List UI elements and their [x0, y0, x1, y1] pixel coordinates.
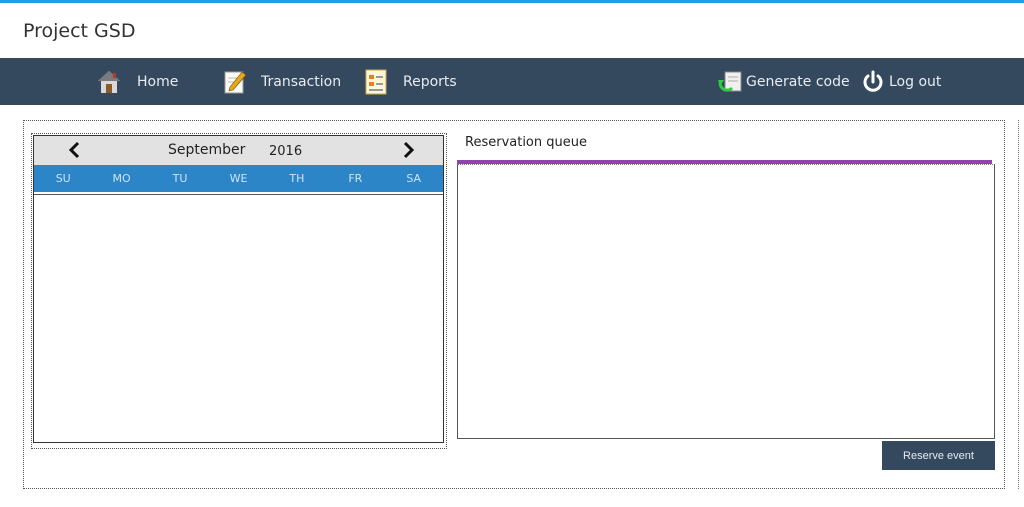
- reserve-event-button[interactable]: Reserve event: [882, 441, 995, 470]
- weekday-label: MO: [112, 172, 131, 185]
- pencil-paper-icon: [221, 68, 249, 96]
- calendar-weekdays: SU MO TU WE TH FR SA: [34, 165, 443, 192]
- nav-log-out-label: Log out: [889, 73, 942, 90]
- calendar-month: September: [168, 142, 246, 158]
- calendar-year: 2016: [269, 144, 303, 159]
- house-icon: [95, 68, 123, 96]
- nav-generate-code[interactable]: Generate code: [716, 58, 850, 105]
- power-icon: [861, 68, 885, 96]
- nav-reports-label: Reports: [403, 73, 457, 90]
- nav-reports[interactable]: Reports: [362, 58, 457, 105]
- navbar: Home Transaction Reports Generate code L…: [0, 58, 1024, 105]
- weekday-label: FR: [348, 172, 363, 185]
- chevron-left-icon[interactable]: [65, 140, 85, 160]
- calendar: September 2016 SU MO TU WE TH FR SA: [33, 135, 444, 443]
- reservation-queue-title: Reservation queue: [465, 135, 587, 150]
- nav-log-out[interactable]: Log out: [861, 58, 941, 105]
- calendar-header: September 2016: [34, 136, 443, 165]
- chevron-right-icon[interactable]: [398, 140, 418, 160]
- refresh-document-icon: [716, 68, 744, 96]
- reservation-queue-list[interactable]: [457, 164, 995, 439]
- weekday-label: SA: [406, 172, 422, 185]
- weekday-label: TH: [289, 172, 305, 185]
- nav-home-label: Home: [137, 73, 179, 90]
- weekday-label: SU: [55, 172, 71, 185]
- top-accent-line: [0, 0, 1024, 3]
- nav-home[interactable]: Home: [95, 58, 178, 105]
- right-side-panel-edge: [1018, 120, 1024, 489]
- nav-transaction-label: Transaction: [261, 73, 342, 90]
- weekday-label: TU: [172, 172, 188, 185]
- app-title: Project GSD: [23, 20, 136, 42]
- nav-transaction[interactable]: Transaction: [221, 58, 341, 105]
- weekday-label: WE: [229, 172, 248, 185]
- nav-generate-code-label: Generate code: [746, 73, 850, 90]
- calendar-body[interactable]: [34, 194, 443, 442]
- report-document-icon: [362, 68, 390, 96]
